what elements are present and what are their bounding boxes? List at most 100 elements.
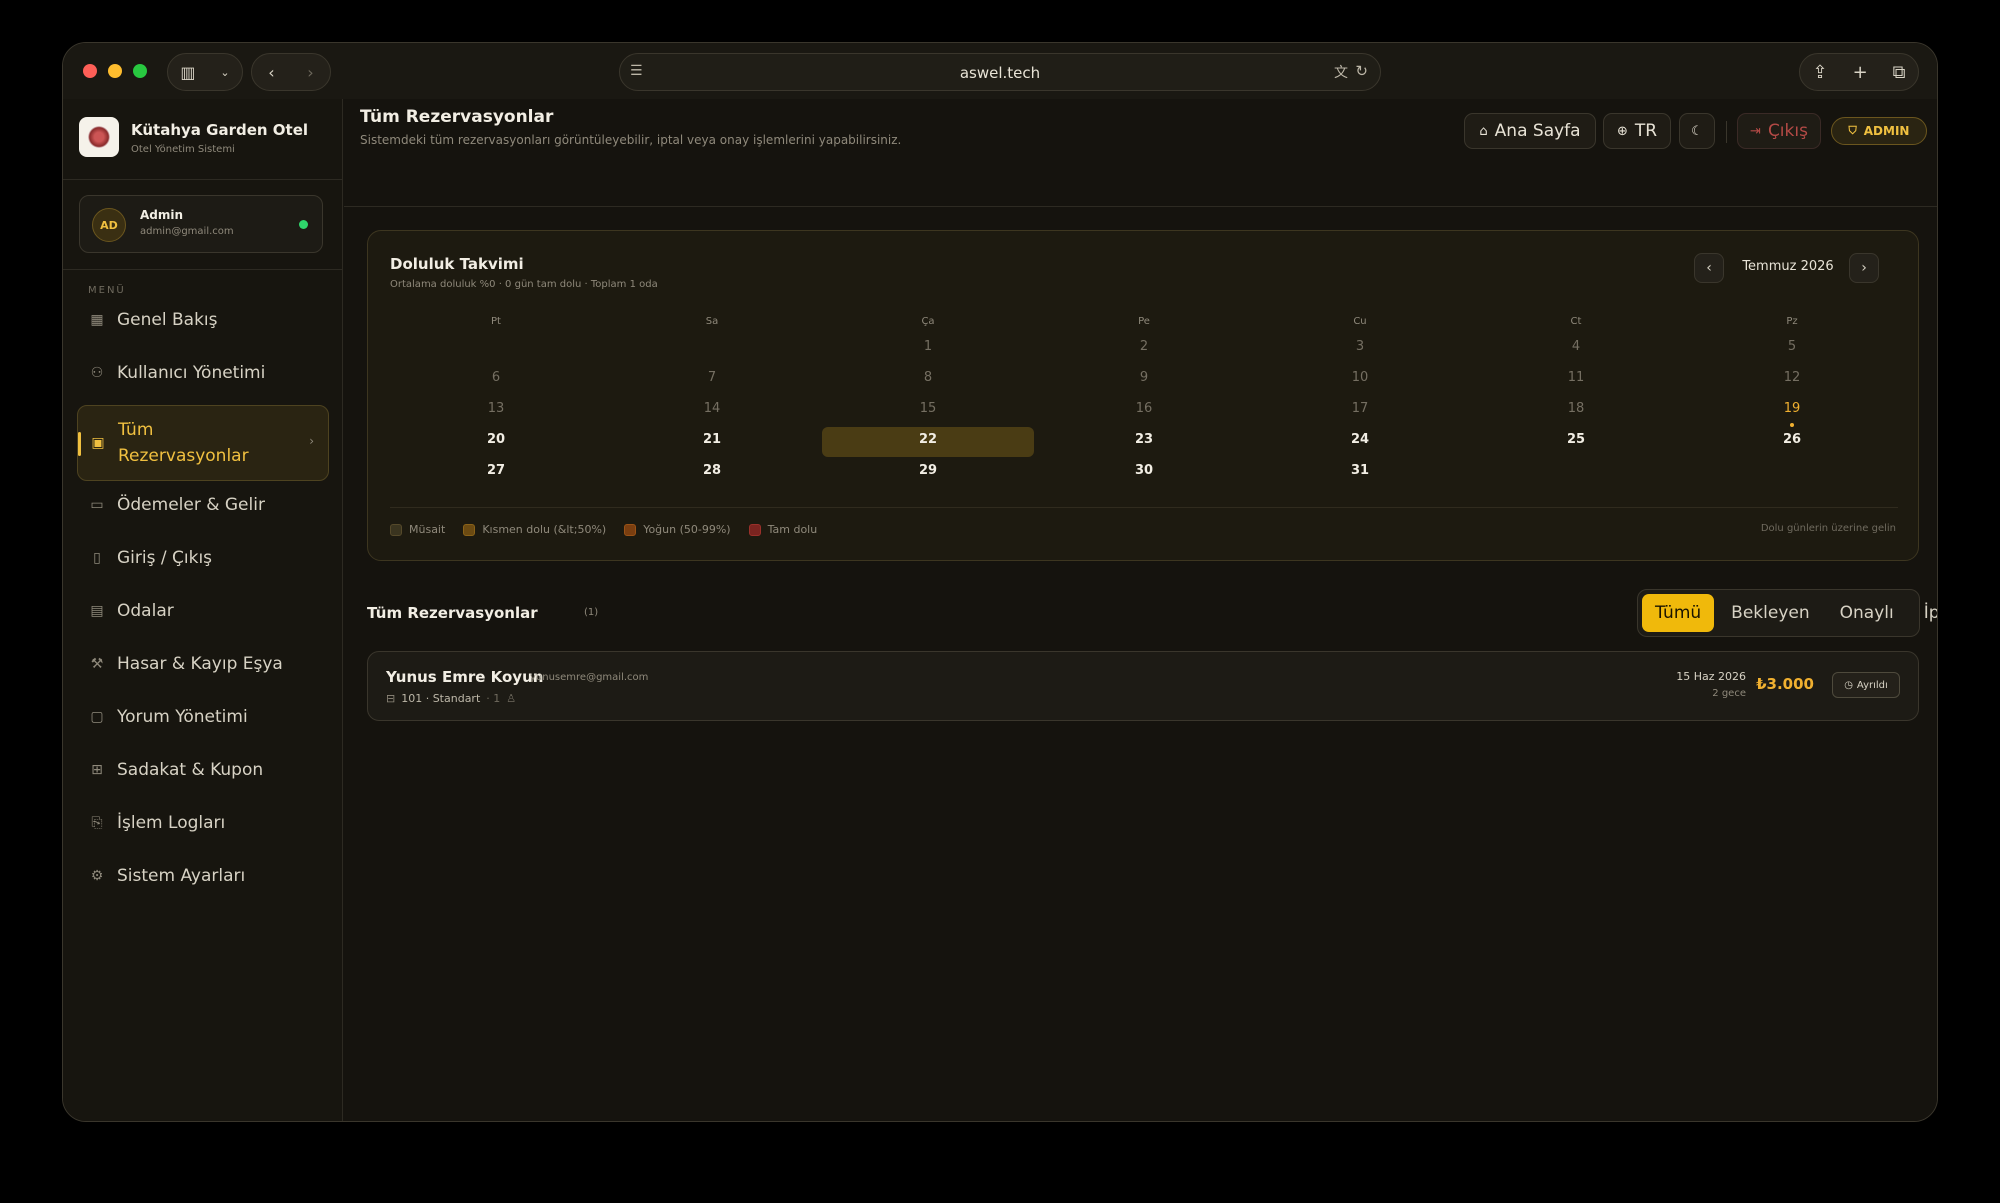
theme-toggle-button[interactable]: ☾: [1679, 113, 1715, 149]
sidebar-toggle-button[interactable]: ▥ ⌄: [167, 53, 243, 91]
calendar-day[interactable]: 19: [1686, 396, 1898, 427]
sidebar-item-reviews[interactable]: ▢ Yorum Yönetimi: [77, 694, 329, 740]
previous-month-button[interactable]: ‹: [1694, 253, 1724, 283]
logout-button[interactable]: ⇥ Çıkış: [1737, 113, 1821, 149]
calendar-day[interactable]: 24: [1254, 427, 1466, 457]
maximize-window-button[interactable]: [133, 64, 147, 78]
calendar-day[interactable]: 29: [822, 458, 1034, 488]
calendar-day[interactable]: 27: [390, 458, 602, 488]
browser-actions: ⇪ + ⧉: [1799, 53, 1919, 91]
close-window-button[interactable]: [83, 64, 97, 78]
user-card[interactable]: AD Admin admin@gmail.com: [79, 195, 323, 253]
calendar-day[interactable]: 17: [1254, 396, 1466, 426]
calendar-day[interactable]: 3: [1254, 334, 1466, 364]
history-nav: ‹ ›: [251, 53, 331, 91]
sidebar-item-checkin-checkout[interactable]: ▯ Giriş / Çıkış: [77, 535, 329, 581]
sidebar-item-rooms[interactable]: ▤ Odalar: [77, 588, 329, 634]
calendar-day[interactable]: 8: [822, 365, 1034, 395]
calendar-day[interactable]: 30: [1038, 458, 1250, 488]
calendar-day[interactable]: 14: [606, 396, 818, 426]
tabs-overview-icon[interactable]: ⧉: [1893, 62, 1906, 83]
divider: [63, 269, 343, 270]
calendar-day[interactable]: 28: [606, 458, 818, 488]
calendar-day[interactable]: 22: [822, 427, 1034, 457]
calendar-day[interactable]: 18: [1470, 396, 1682, 426]
sidebar-item-label: Tüm Rezervasyonlar: [118, 420, 249, 466]
sidebar-item-label: Giriş / Çıkış: [117, 548, 213, 568]
sidebar-item-damage-lost[interactable]: ⚒ Hasar & Kayıp Eşya: [77, 641, 329, 687]
legend-item: Kısmen dolu (&lt;50%): [463, 523, 606, 536]
sidebar-item-overview[interactable]: ▦ Genel Bakış: [77, 297, 329, 343]
share-icon[interactable]: ⇪: [1812, 62, 1827, 83]
shield-icon: ⛉: [1848, 124, 1857, 137]
reload-icon[interactable]: ↻: [1355, 62, 1368, 80]
calendar-legend: Müsait Kısmen dolu (&lt;50%) Yoğun (50-99%…: [390, 523, 817, 536]
brand[interactable]: Kütahya Garden Otel Otel Yönetim Sistemi: [79, 117, 329, 167]
calendar-empty-cell: [1470, 458, 1682, 488]
divider: [63, 179, 343, 180]
calendar-day[interactable]: 1: [822, 334, 1034, 364]
status-filter: Tümü Bekleyen Onaylı İptal: [1637, 589, 1937, 637]
sidebar-item-payments[interactable]: ▭ Ödemeler & Gelir: [77, 482, 329, 528]
calendar-day[interactable]: 4: [1470, 334, 1682, 364]
legend-swatch: [624, 523, 637, 536]
legend-swatch: [748, 523, 761, 536]
sidebar-item-loyalty[interactable]: ⊞ Sadakat & Kupon: [77, 747, 329, 793]
calendar-day[interactable]: 10: [1254, 365, 1466, 395]
sidebar-item-label: Hasar & Kayıp Eşya: [117, 654, 283, 674]
calendar-day[interactable]: 2: [1038, 334, 1250, 364]
page-subtitle: Sistemdeki tüm rezervasyonları görüntüle…: [360, 133, 902, 147]
calendar-day[interactable]: 15: [822, 396, 1034, 426]
calendar-day[interactable]: 20: [390, 427, 602, 457]
sidebar-item-reservations[interactable]: ▣ Tüm Rezervasyonlar ›: [77, 405, 329, 481]
calendar-grid: Pt Sa Ça Pe Cu Ct Pz 1 2 3 4 5 6 7 8 9 10 11 12 13 14 15 16 17…: [390, 311, 1898, 488]
calendar-day[interactable]: 16: [1038, 396, 1250, 426]
calendar-day[interactable]: 9: [1038, 365, 1250, 395]
chevron-left-icon: ‹: [1706, 260, 1712, 276]
chevron-down-icon: ⌄: [220, 65, 230, 79]
calendar-day[interactable]: 11: [1470, 365, 1682, 395]
calendar-day[interactable]: 23: [1038, 427, 1250, 457]
forward-icon[interactable]: ›: [307, 63, 313, 82]
filter-pending-tab[interactable]: Bekleyen: [1718, 594, 1822, 632]
calendar-day[interactable]: 5: [1686, 334, 1898, 364]
calendar-day[interactable]: 25: [1470, 427, 1682, 457]
calendar-day[interactable]: 21: [606, 427, 818, 457]
calendar-day[interactable]: 13: [390, 396, 602, 426]
legend-item: Yoğun (50-99%): [624, 523, 731, 536]
calendar-day[interactable]: 26: [1686, 427, 1898, 457]
translate-icon[interactable]: 文: [1334, 62, 1348, 82]
home-button[interactable]: ⌂ Ana Sayfa: [1464, 113, 1596, 149]
legend-item: Müsait: [390, 523, 445, 536]
filter-all-tab[interactable]: Tümü: [1642, 594, 1715, 632]
reservation-row[interactable]: Yunus Emre Koyun yunusemre@gmail.com ⊟ 1…: [367, 651, 1919, 721]
reservation-date: 15 Haz 2026: [1676, 670, 1746, 683]
bed-icon: ⊟: [386, 692, 396, 705]
calendar-day[interactable]: 12: [1686, 365, 1898, 395]
calendar-check-icon: ▣: [91, 435, 105, 451]
filter-approved-tab[interactable]: Onaylı: [1827, 594, 1907, 632]
calendar-day[interactable]: 6: [390, 365, 602, 395]
filter-cancelled-tab[interactable]: İptal: [1911, 594, 1937, 632]
guest-count: · 1: [486, 692, 501, 705]
new-tab-icon[interactable]: +: [1853, 62, 1868, 83]
browser-titlebar: ▥ ⌄ ‹ › ☰ aswel.tech 文 ↻ ⇪ + ⧉: [63, 43, 1937, 99]
sidebar-item-settings[interactable]: ⚙ Sistem Ayarları: [77, 853, 329, 899]
guest-email: yunusemre@gmail.com: [530, 672, 649, 683]
user-name: Admin: [140, 208, 184, 222]
language-button[interactable]: ⊕ TR: [1603, 113, 1671, 149]
sidebar-item-users[interactable]: ⚇ Kullanıcı Yönetimi: [77, 350, 329, 396]
minimize-window-button[interactable]: [108, 64, 122, 78]
legend-hint: Dolu günlerin üzerine gelin: [1760, 523, 1896, 534]
address-bar[interactable]: ☰ aswel.tech 文 ↻: [619, 53, 1381, 91]
weekday-label: Ça: [921, 316, 935, 327]
sidebar-item-logs[interactable]: ⎘ İşlem Logları: [77, 800, 329, 846]
sidebar-item-label: Sadakat & Kupon: [117, 760, 264, 780]
back-icon[interactable]: ‹: [268, 63, 274, 82]
legend-swatch: [463, 523, 476, 536]
user-email: admin@gmail.com: [140, 226, 234, 237]
next-month-button[interactable]: ›: [1849, 253, 1879, 283]
calendar-day[interactable]: 31: [1254, 458, 1466, 488]
legend-item: Tam dolu: [748, 523, 817, 536]
calendar-day[interactable]: 7: [606, 365, 818, 395]
